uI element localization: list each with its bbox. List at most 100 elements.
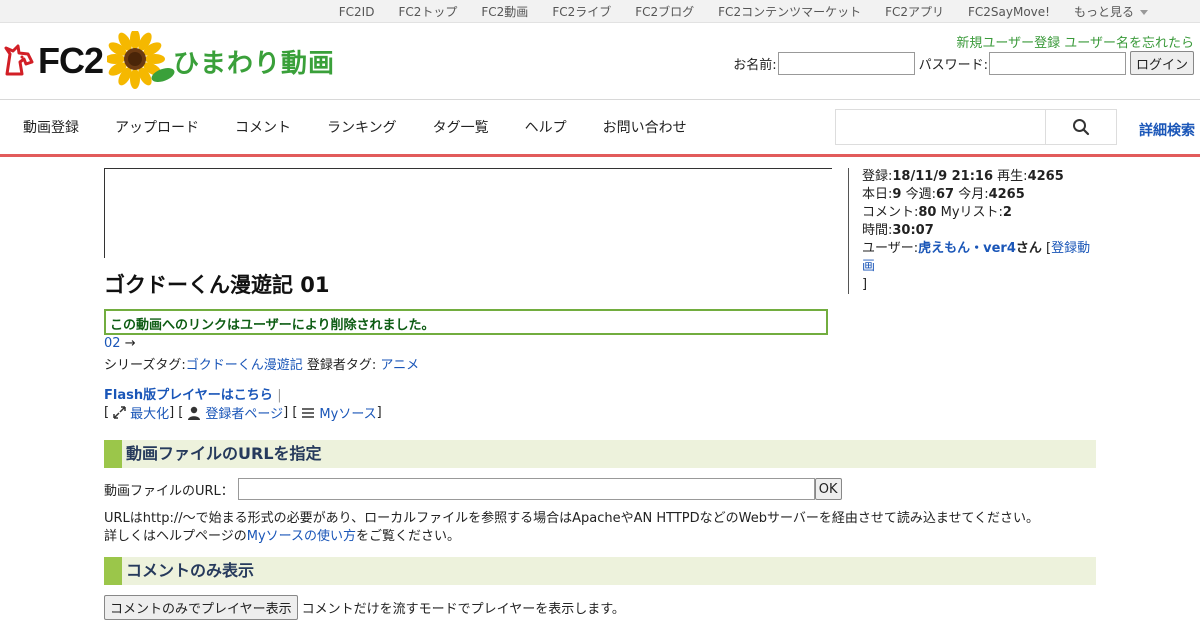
comment-only-description: コメントだけを流すモードでプレイヤーを表示します。 xyxy=(301,602,625,617)
topnav-fc2-top[interactable]: FC2トップ xyxy=(398,3,457,20)
fc2-logo-text: FC2 xyxy=(38,40,104,81)
stats-line-duration: 時間:30:07 xyxy=(862,222,1100,240)
himawari-logo-text: ひまわり動画 xyxy=(173,48,336,79)
fc2-logo: FC2 xyxy=(4,40,104,82)
week-label: 今週: xyxy=(905,187,936,202)
search-button[interactable] xyxy=(1046,110,1116,144)
stats-line-user: ユーザー:虎えもん・ver4さん [登録動画] xyxy=(862,241,1091,292)
topnav-fc2-video[interactable]: FC2動画 xyxy=(481,3,528,20)
name-label: お名前: xyxy=(733,57,777,73)
flash-player-line: Flash版プレイヤーはこちら | xyxy=(104,384,282,403)
series-tag-label: シリーズタグ: xyxy=(104,358,186,373)
search-box xyxy=(835,109,1117,145)
site-header: FC2 ひまわり動画 新規ユーザー登録 ユーザー名を忘れたら お名前: パスワー… xyxy=(0,23,1200,100)
topnav-fc2-apps[interactable]: FC2アプリ xyxy=(885,3,944,20)
comment-only-row: コメントのみでプレイヤー表示 コメントだけを流すモードでプレイヤーを表示します。 xyxy=(104,595,625,620)
topnav-fc2-blog[interactable]: FC2ブログ xyxy=(635,3,694,20)
plays-value: 4265 xyxy=(1027,169,1064,184)
registered-label: 登録: xyxy=(862,169,893,184)
url-help-text: URLはhttp://～で始まる形式の必要があり、ローカルファイルを参照する場合… xyxy=(104,511,1040,526)
login-form: お名前: パスワード: ログイン xyxy=(733,51,1194,75)
next-episode-link[interactable]: 02 xyxy=(104,336,121,351)
stats-line-period: 本日:9 今週:67 今月:4265 xyxy=(862,186,1100,204)
nav-contact[interactable]: お問い合わせ xyxy=(603,117,687,137)
video-player-area[interactable] xyxy=(104,168,832,258)
today-label: 本日: xyxy=(862,187,893,202)
main-nav-items: 動画登録 アップロード コメント ランキング タグ一覧 ヘルプ お問い合わせ xyxy=(23,100,723,154)
player-tools: [ 最大化] [ 登録者ページ] [ Myソース] xyxy=(104,403,382,422)
nav-comment[interactable]: コメント xyxy=(235,117,291,137)
mylist-value: 2 xyxy=(1002,205,1012,220)
video-title: ゴクドーくん漫遊記 01 xyxy=(104,273,330,297)
video-stats: 登録:18/11/9 21:16 再生:4265 本日:9 今週:67 今月:4… xyxy=(848,168,1100,294)
maximize-icon xyxy=(113,406,126,419)
topnav-more-label: もっと見る xyxy=(1073,5,1134,19)
nav-upload[interactable]: アップロード xyxy=(115,117,199,137)
password-label: パスワード: xyxy=(918,57,988,73)
url-help-more: 詳しくはヘルプページのMyソースの使い方をご覧ください。 xyxy=(104,525,460,544)
account-links: 新規ユーザー登録 ユーザー名を忘れたら xyxy=(956,32,1194,51)
comment-section-heading: コメントのみ表示 xyxy=(104,557,1096,585)
uploader-tag-label: 登録者タグ: xyxy=(306,358,377,373)
list-icon xyxy=(302,407,315,418)
user-suffix: さん xyxy=(1015,241,1042,256)
url-ok-button[interactable]: OK xyxy=(814,478,842,500)
topnav-fc2-live[interactable]: FC2ライブ xyxy=(552,3,611,20)
topnav-more[interactable]: もっと見る xyxy=(1074,3,1148,20)
next-episode: 02 → xyxy=(104,336,136,351)
help-prefix: 詳しくはヘルプページの xyxy=(104,529,247,544)
user-name-link[interactable]: 虎えもん・ver4 xyxy=(918,241,1016,256)
fc2-services-menu: FC2ID FC2トップ FC2動画 FC2ライブ FC2ブログ FC2コンテン… xyxy=(315,0,1148,23)
video-url-input[interactable] xyxy=(237,478,815,500)
arrow-right-icon: → xyxy=(124,336,136,351)
sunflower-icon xyxy=(107,31,175,89)
username-input[interactable] xyxy=(777,51,915,75)
uploader-page-link[interactable]: 登録者ページ xyxy=(205,403,283,422)
chevron-down-icon xyxy=(1140,10,1148,15)
stats-line-registered: 登録:18/11/9 21:16 再生:4265 xyxy=(862,168,1100,186)
topnav-fc2id[interactable]: FC2ID xyxy=(339,5,375,19)
maximize-link[interactable]: 最大化 xyxy=(130,403,169,422)
duration-value: 30:07 xyxy=(892,223,934,238)
nav-ranking[interactable]: ランキング xyxy=(327,117,397,137)
month-label: 今月: xyxy=(958,187,989,202)
stats-line-comments: コメント:80 Myリスト:2 xyxy=(862,204,1100,222)
user-name: 虎えもん・ver4 xyxy=(918,241,1016,256)
advanced-search-link[interactable]: 詳細検索 xyxy=(1139,120,1195,140)
registered-value: 18/11/9 21:16 xyxy=(892,169,994,184)
topnav-fc2-contents-market[interactable]: FC2コンテンツマーケット xyxy=(718,3,861,20)
comment-only-player-button[interactable]: コメントのみでプレイヤー表示 xyxy=(104,595,298,620)
topnav-fc2-saymove[interactable]: FC2SayMove! xyxy=(968,5,1050,19)
month-value: 4265 xyxy=(988,187,1025,202)
mysource-link[interactable]: Myソース xyxy=(319,403,376,422)
comments-label: コメント: xyxy=(862,205,919,220)
comments-value: 80 xyxy=(918,205,937,220)
duration-label: 時間: xyxy=(862,223,893,238)
mylist-label: Myリスト: xyxy=(940,205,1003,220)
tag-line: シリーズタグ:ゴクドーくん漫遊記 登録者タグ: アニメ xyxy=(104,354,419,373)
flash-player-link[interactable]: Flash版プレイヤーはこちら xyxy=(104,388,273,403)
password-input[interactable] xyxy=(988,51,1126,75)
today-value: 9 xyxy=(892,187,902,202)
url-section-heading: 動画ファイルのURLを指定 xyxy=(104,440,1096,468)
uploader-tag-link[interactable]: アニメ xyxy=(380,358,419,373)
register-link[interactable]: 新規ユーザー登録 xyxy=(956,36,1060,51)
url-form: 動画ファイルのURL： OK xyxy=(104,478,842,500)
user-icon xyxy=(188,406,201,420)
week-value: 67 xyxy=(935,187,955,202)
site-logo[interactable]: FC2 ひまわり動画 xyxy=(4,31,335,91)
series-tag-link[interactable]: ゴクドーくん漫遊記 xyxy=(186,358,303,373)
nav-help[interactable]: ヘルプ xyxy=(525,117,567,137)
main-nav: 動画登録 アップロード コメント ランキング タグ一覧 ヘルプ お問い合わせ 詳… xyxy=(0,100,1200,157)
fc2-horse-icon xyxy=(4,44,34,76)
login-button[interactable]: ログイン xyxy=(1129,51,1194,75)
top-utility-bar: FC2ID FC2トップ FC2動画 FC2ライブ FC2ブログ FC2コンテン… xyxy=(0,0,1200,23)
nav-tag-list[interactable]: タグ一覧 xyxy=(433,117,489,137)
forgot-username-link[interactable]: ユーザー名を忘れたら xyxy=(1064,36,1194,51)
deleted-link-notice: この動画へのリンクはユーザーにより削除されました。 xyxy=(104,309,828,335)
nav-video-register[interactable]: 動画登録 xyxy=(23,117,79,137)
search-icon xyxy=(1073,119,1090,136)
mysource-help-link[interactable]: Myソースの使い方 xyxy=(247,529,356,544)
search-input[interactable] xyxy=(836,110,1047,144)
help-suffix: をご覧ください。 xyxy=(356,529,461,544)
